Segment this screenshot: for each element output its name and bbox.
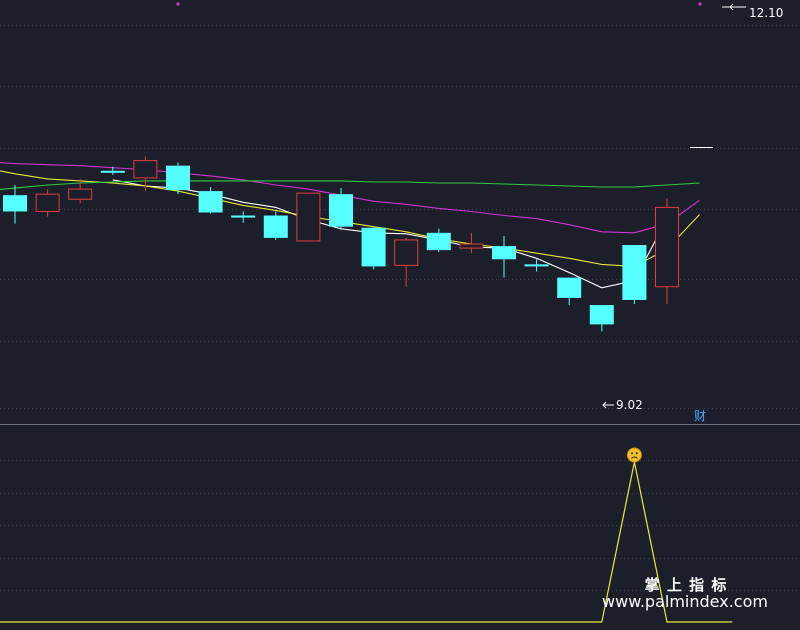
candle (557, 277, 582, 306)
candle (524, 259, 549, 272)
candle-body (426, 232, 451, 251)
candle (296, 192, 321, 242)
candle (3, 185, 27, 224)
candle (198, 187, 223, 214)
candle (426, 228, 451, 253)
chart-canvas: 12.10 9.02 财 掌 上 指 标 www.palmindex.com (0, 2, 800, 623)
candle (329, 188, 353, 230)
high-label: 12.10 (749, 6, 783, 20)
candle-body (524, 264, 549, 267)
candle (35, 189, 60, 217)
candle-body (557, 277, 582, 298)
candle (133, 156, 158, 192)
candle (655, 198, 679, 305)
candle-body (589, 305, 614, 325)
indicator-grid (0, 460, 800, 591)
event-marker[interactable]: 财 (694, 409, 706, 423)
candle-body (198, 191, 223, 213)
moving-average-line (112, 179, 668, 289)
face-eye (635, 452, 638, 455)
candle-body (655, 206, 679, 288)
candle-body (622, 245, 647, 300)
candle (492, 235, 516, 278)
candle-body (329, 194, 353, 227)
face-circle (626, 447, 642, 463)
stock-chart: 12.10 9.02 财 掌 上 指 标 www.palmindex.com (0, 0, 800, 626)
candle (166, 162, 190, 195)
candle (263, 211, 288, 240)
price-grid (0, 25, 800, 409)
candle-body (296, 192, 321, 242)
moving-average-line (0, 180, 700, 191)
face-eye (631, 452, 633, 455)
candle-body (68, 188, 93, 200)
candle (394, 237, 419, 287)
high-annotation: 12.10 (722, 3, 783, 20)
candle (231, 211, 256, 223)
candle-body (35, 193, 60, 212)
low-label: 9.02 (616, 398, 643, 412)
low-annotation: 9.02 (602, 398, 643, 412)
candle-body (100, 170, 125, 173)
marker-dot (176, 2, 180, 6)
watermark-url: www.palmindex.com (602, 592, 768, 611)
candle-body (459, 243, 484, 249)
candle-body (492, 246, 516, 260)
candle (622, 245, 647, 305)
candle (589, 305, 614, 332)
frowning-face-icon (626, 447, 642, 463)
candle-body (3, 195, 27, 212)
candle-body (263, 215, 288, 238)
candle-body (231, 215, 256, 218)
candle-body (166, 165, 190, 191)
candle-body (394, 239, 419, 266)
candle-body (133, 160, 158, 179)
candle-body (361, 227, 386, 267)
marker-dot (698, 2, 702, 6)
candle (361, 227, 386, 270)
